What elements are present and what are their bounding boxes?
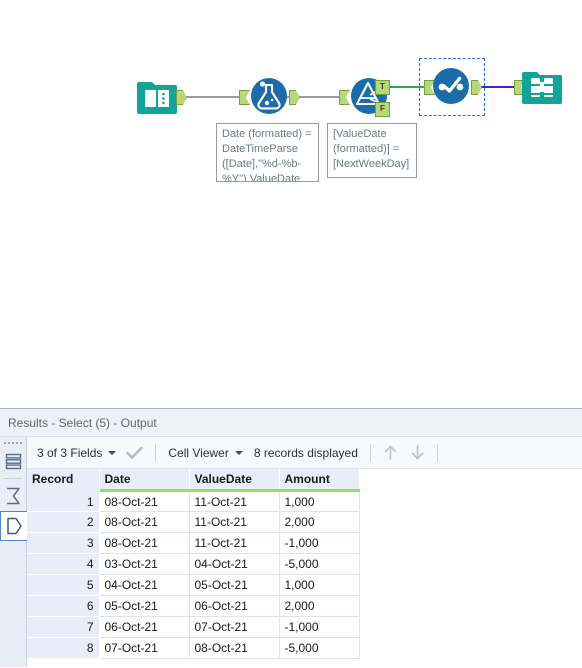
fields-chevron-down-icon[interactable] [108,450,117,455]
table-row[interactable]: 5 04-Oct-21 05-Oct-21 1,000 [27,574,360,596]
cell-valuedate[interactable]: 06-Oct-21 [189,595,280,617]
table-row[interactable]: 2 08-Oct-21 11-Oct-21 2,000 [27,511,360,533]
tool-formula[interactable] [248,75,290,117]
cell-valuedate[interactable]: 11-Oct-21 [189,490,280,512]
cell-amount[interactable]: -1,000 [279,532,360,554]
cell-record[interactable]: 3 [27,532,100,554]
anchor-filter-false[interactable]: F [375,102,390,117]
toolbar-separator-2 [369,443,371,462]
grid-header-row: Record Date ValueDate Amount [27,469,360,492]
tool-select[interactable] [430,65,472,107]
binoculars-icon [522,72,562,104]
results-panel: Results - Select (5) - Output 3 of 3 Fie… [0,408,582,668]
table-row[interactable]: 8 07-Oct-21 08-Oct-21 -5,000 [27,637,360,659]
cell-amount[interactable]: -5,000 [279,553,360,575]
cell-date[interactable]: 05-Oct-21 [99,595,190,617]
grid-body: 1 08-Oct-21 11-Oct-21 1,000 2 08-Oct-21 11-Oct… [27,490,360,659]
checkmark-circle-icon [433,68,469,104]
annotation-filter[interactable]: [ValueDate (formatted)] = [NextWeekDay] [327,123,417,178]
rail-item-input-anchor[interactable] [0,481,27,511]
toolbar-separator-1 [155,443,157,462]
cell-date[interactable]: 07-Oct-21 [99,637,190,659]
cell-valuedate[interactable]: 04-Oct-21 [189,553,280,575]
table-row[interactable]: 3 08-Oct-21 11-Oct-21 -1,000 [27,532,360,554]
cell-date[interactable]: 08-Oct-21 [99,511,190,533]
records-displayed-label: 8 records displayed [253,445,358,460]
rail-item-output-anchor[interactable] [0,511,27,541]
cell-amount[interactable]: 2,000 [279,511,360,533]
results-grid: Record Date ValueDate Amount 1 08-Oct-21 1… [27,469,360,659]
column-header-amount[interactable]: Amount [279,469,360,492]
tool-input-data[interactable] [136,75,178,117]
cell-date[interactable]: 08-Oct-21 [99,490,190,512]
tool-browse[interactable] [521,65,563,107]
checkmark-icon[interactable] [126,446,144,460]
column-header-date[interactable]: Date [99,469,190,492]
table-row[interactable]: 7 06-Oct-21 07-Oct-21 -1,000 [27,616,360,638]
workflow-canvas[interactable]: T F Date (formatted) = DateTimeParse ([D… [0,0,582,408]
results-grid-container[interactable]: Record Date ValueDate Amount 1 08-Oct-21 1… [27,469,582,667]
results-toolbar: 3 of 3 Fields Cell Viewer 8 records disp… [27,437,582,469]
table-row[interactable]: 4 03-Oct-21 04-Oct-21 -5,000 [27,553,360,575]
table-row[interactable]: 1 08-Oct-21 11-Oct-21 1,000 [27,490,360,512]
table-row[interactable]: 6 05-Oct-21 06-Oct-21 2,000 [27,595,360,617]
messages-icon [5,453,22,469]
arrow-down-icon[interactable] [410,444,425,461]
cell-date[interactable]: 08-Oct-21 [99,532,190,554]
arrow-up-icon[interactable] [383,444,398,461]
cell-date[interactable]: 06-Oct-21 [99,616,190,638]
flask-icon [251,78,287,114]
rail-separator [4,478,22,479]
cell-valuedate[interactable]: 11-Oct-21 [189,532,280,554]
input-anchor-icon [7,487,20,505]
cell-amount[interactable]: -1,000 [279,616,360,638]
cell-record[interactable]: 7 [27,616,100,638]
column-header-valuedate[interactable]: ValueDate [189,469,280,492]
cell-viewer-chevron-down-icon[interactable] [234,450,243,455]
annotation-formula[interactable]: Date (formatted) = DateTimeParse ([Date]… [216,123,319,182]
cell-record[interactable]: 4 [27,553,100,575]
cell-viewer-label[interactable]: Cell Viewer [168,446,228,460]
cell-record[interactable]: 8 [27,637,100,659]
cell-date[interactable]: 03-Oct-21 [99,553,190,575]
cell-record[interactable]: 2 [27,511,100,533]
cell-date[interactable]: 04-Oct-21 [99,574,190,596]
book-folder-icon [137,82,177,114]
cell-amount[interactable]: 1,000 [279,490,360,512]
cell-record[interactable]: 6 [27,595,100,617]
results-titlebar: Results - Select (5) - Output [0,409,582,437]
output-anchor-icon [6,517,22,535]
wire-input-to-formula[interactable] [178,96,244,98]
cell-valuedate[interactable]: 07-Oct-21 [189,616,280,638]
cell-amount[interactable]: 2,000 [279,595,360,617]
cell-valuedate[interactable]: 05-Oct-21 [189,574,280,596]
anchor-formula-output[interactable] [289,90,300,105]
anchor-input-output[interactable] [176,90,187,105]
results-title: Results - Select (5) - Output [8,415,157,430]
cell-amount[interactable]: -5,000 [279,637,360,659]
anchor-filter-true[interactable]: T [375,80,390,95]
results-rail [0,437,27,667]
cell-valuedate[interactable]: 08-Oct-21 [189,637,280,659]
fields-selector-label[interactable]: 3 of 3 Fields [37,446,102,460]
column-header-record[interactable]: Record [27,469,100,492]
toolbar-separator-3 [436,443,438,462]
cell-record[interactable]: 5 [27,574,100,596]
cell-valuedate[interactable]: 11-Oct-21 [189,511,280,533]
rail-item-messages[interactable] [0,446,27,476]
cell-record[interactable]: 1 [27,490,100,512]
rail-grip[interactable] [0,439,26,446]
cell-amount[interactable]: 1,000 [279,574,360,596]
